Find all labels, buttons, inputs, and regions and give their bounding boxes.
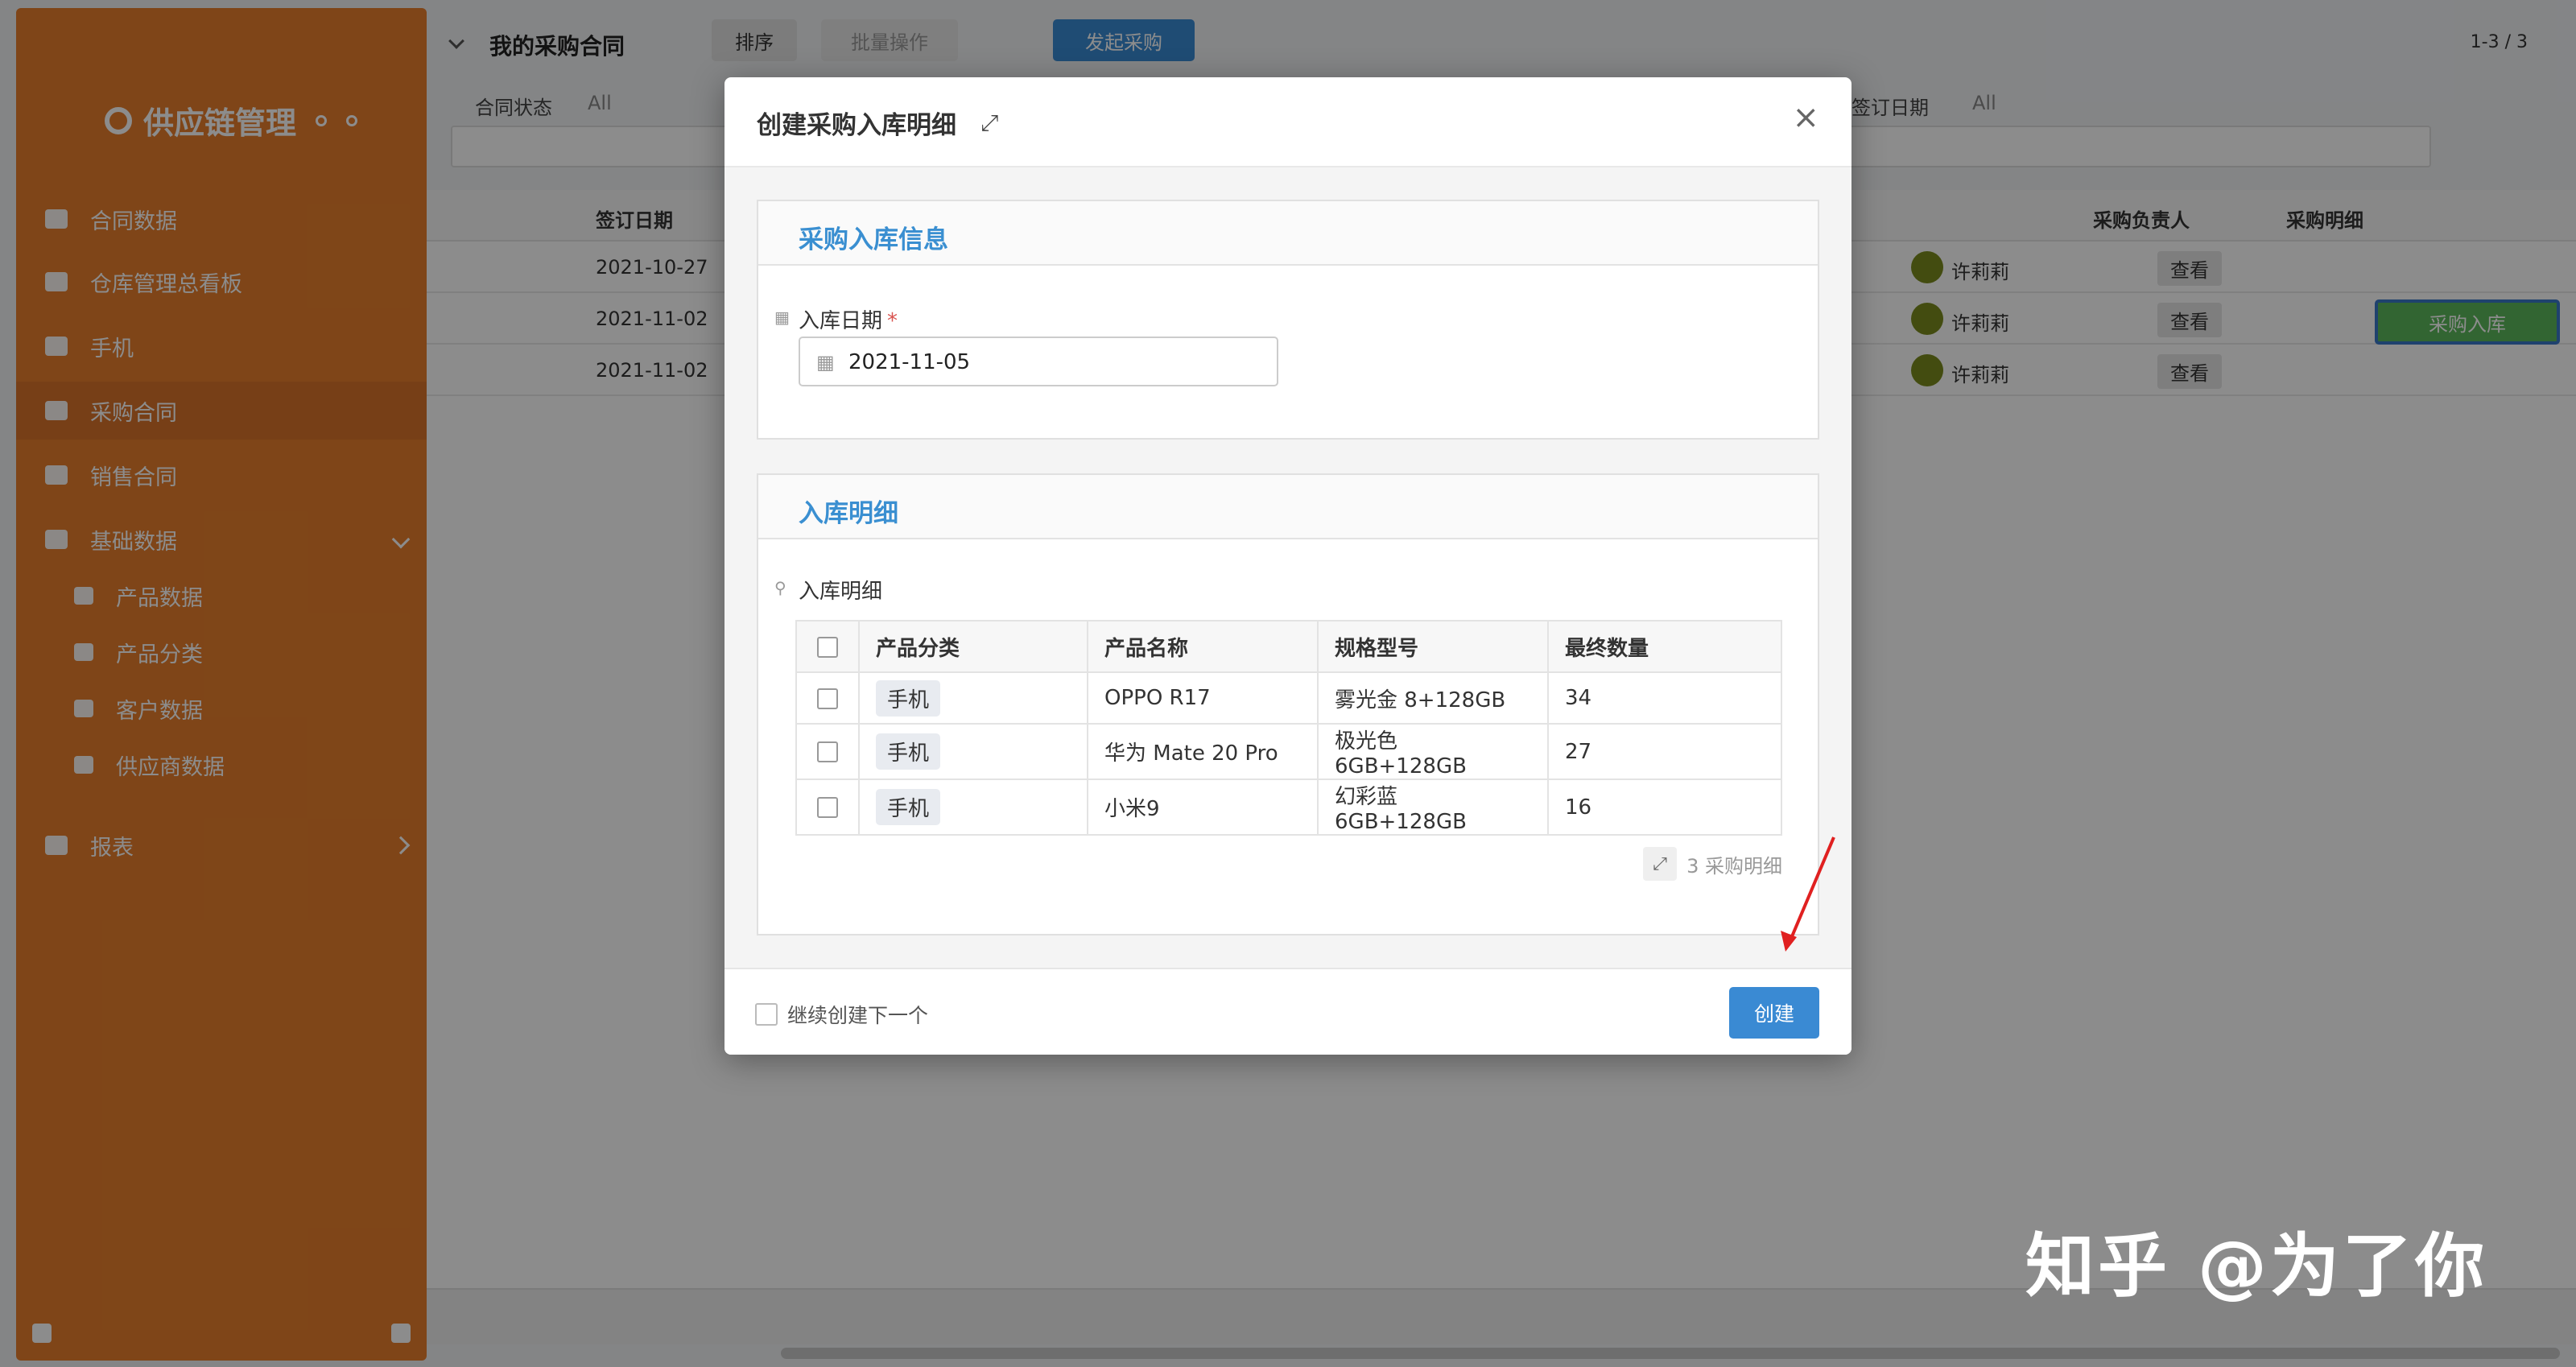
table-row[interactable]: 手机 小米9 幻彩蓝 6GB+128GB 16 <box>795 778 1782 836</box>
inbound-detail-label: 入库明细 <box>799 580 883 604</box>
continue-create-checkbox[interactable] <box>755 1003 778 1026</box>
inbound-date-value: 2021-11-05 <box>848 350 971 374</box>
product-qty: 34 <box>1547 671 1782 725</box>
continue-create-option[interactable]: 继续创建下一个 <box>755 1000 928 1029</box>
section-header: 入库明细 <box>758 475 1818 539</box>
expand-icon[interactable]: ⤢ <box>1643 847 1678 881</box>
continue-create-label: 继续创建下一个 <box>787 1004 929 1027</box>
required-mark: * <box>887 309 898 333</box>
inbound-date-input[interactable]: ▦ 2021-11-05 <box>799 337 1278 386</box>
inbound-info-section: 采购入库信息 ▦ 入库日期 * ▦ 2021-11-05 <box>757 200 1819 440</box>
category-tag: 手机 <box>876 789 941 825</box>
product-spec: 雾光金 8+128GB <box>1317 671 1549 725</box>
col-category: 产品分类 <box>858 620 1088 673</box>
dialog-header: 创建采购入库明细 ⤢ × <box>724 77 1852 167</box>
dialog-footer: 继续创建下一个 创建 <box>724 968 1852 1055</box>
create-button[interactable]: 创建 <box>1729 987 1819 1039</box>
section-title: 采购入库信息 <box>799 225 948 254</box>
inbound-detail-table: 产品分类 产品名称 规格型号 最终数量 手机 OPPO R17 雾光金 8+12… <box>795 620 1782 836</box>
row-checkbox[interactable] <box>817 741 838 762</box>
table-row[interactable]: 手机 OPPO R17 雾光金 8+128GB 34 <box>795 671 1782 725</box>
product-name: OPPO R17 <box>1087 671 1319 725</box>
inbound-date-label: 入库日期 * <box>799 309 898 333</box>
create-inbound-dialog: 创建采购入库明细 ⤢ × 采购入库信息 ▦ 入库日期 * ▦ 2021-11-05… <box>724 77 1852 1055</box>
expand-icon[interactable]: ⤢ <box>980 109 998 137</box>
product-qty: 27 <box>1547 723 1782 780</box>
calendar-icon: ▦ <box>774 308 790 327</box>
table-row[interactable]: 手机 华为 Mate 20 Pro 极光色 6GB+128GB 27 <box>795 723 1782 780</box>
link-icon: ⚲ <box>774 578 786 597</box>
watermark: 知乎 @为了你 <box>2025 1226 2487 1307</box>
product-spec: 极光色 6GB+128GB <box>1317 723 1549 780</box>
col-name: 产品名称 <box>1087 620 1319 673</box>
section-header: 采购入库信息 <box>758 201 1818 266</box>
table-header-row: 产品分类 产品名称 规格型号 最终数量 <box>795 620 1782 673</box>
product-spec: 幻彩蓝 6GB+128GB <box>1317 778 1549 836</box>
product-qty: 16 <box>1547 778 1782 836</box>
dialog-body: 采购入库信息 ▦ 入库日期 * ▦ 2021-11-05 入库明细 ⚲ 入库明细 … <box>724 167 1852 968</box>
col-spec: 规格型号 <box>1317 620 1549 673</box>
calendar-icon: ▦ <box>816 351 835 374</box>
row-checkbox[interactable] <box>817 797 838 818</box>
inbound-detail-section: 入库明细 ⚲ 入库明细 产品分类 产品名称 规格型号 最终数量 手机 OPPO … <box>757 473 1819 935</box>
row-checkbox[interactable] <box>817 688 838 709</box>
dialog-title: 创建采购入库明细 <box>757 111 956 140</box>
detail-count: ⤢ 3 采购明细 <box>1643 847 1782 881</box>
select-all-checkbox[interactable] <box>817 636 838 658</box>
close-icon[interactable]: × <box>1792 101 1819 134</box>
section-title: 入库明细 <box>799 499 898 528</box>
product-name: 华为 Mate 20 Pro <box>1087 723 1319 780</box>
product-name: 小米9 <box>1087 778 1319 836</box>
category-tag: 手机 <box>876 679 941 717</box>
detail-count-text: 3 采购明细 <box>1686 854 1782 878</box>
col-qty: 最终数量 <box>1547 620 1782 673</box>
category-tag: 手机 <box>876 733 941 770</box>
